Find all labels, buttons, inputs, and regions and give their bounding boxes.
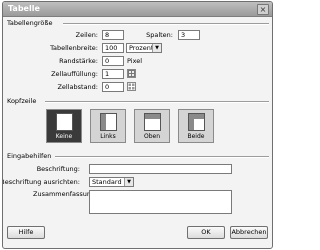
header-both-icon	[188, 113, 205, 131]
cell-spacing-icon	[127, 82, 136, 91]
cell-padding-label: Zellauffüllung:	[51, 70, 98, 78]
ok-button[interactable]: OK	[187, 226, 225, 239]
header-option-left[interactable]: Links	[90, 109, 126, 143]
help-button[interactable]: Hilfe	[7, 226, 45, 239]
section-title-table-size: Tabellengröße	[7, 19, 53, 27]
header-top-icon	[144, 113, 161, 131]
title-bar[interactable]: Tabelle ×	[3, 2, 272, 17]
chevron-down-icon: ▼	[124, 178, 133, 186]
caption-input[interactable]	[89, 164, 232, 174]
border-input[interactable]: 0	[102, 56, 124, 66]
header-option-top[interactable]: Oben	[134, 109, 170, 143]
header-option-both[interactable]: Beide	[178, 109, 214, 143]
section-divider	[63, 23, 269, 25]
caption-align-label: Beschriftung ausrichten:	[2, 178, 80, 186]
section-title-accessibility: Eingabehilfen	[7, 152, 52, 160]
header-option-label: Beide	[187, 133, 205, 140]
cell-padding-icon	[127, 69, 136, 78]
width-label: Tabellenbreite:	[50, 44, 98, 52]
chevron-down-icon: ▼	[152, 44, 161, 52]
section-divider	[45, 101, 269, 103]
section-title-header: Kopfzeile	[7, 97, 37, 105]
header-option-label: Oben	[143, 133, 161, 140]
border-label: Randstärke:	[59, 57, 98, 65]
header-option-label: Keine	[55, 133, 73, 140]
header-left-icon	[100, 113, 117, 131]
summary-textarea[interactable]	[89, 190, 232, 214]
cell-spacing-label: Zellabstand:	[57, 83, 98, 91]
cell-padding-input[interactable]: 1	[102, 69, 124, 79]
dialog-content: Tabellengröße Zeilen: 8 Spalten: 3 Tabel…	[2, 18, 272, 248]
close-button[interactable]: ×	[257, 4, 269, 15]
table-dialog: Tabelle × Tabellengröße Zeilen: 8 Spalte…	[2, 1, 273, 249]
header-option-none[interactable]: Keine	[46, 109, 82, 143]
section-divider	[55, 156, 269, 158]
window-title: Tabelle	[8, 4, 40, 13]
cell-spacing-input[interactable]: 0	[102, 82, 124, 92]
summary-label: Zusammenfassung:	[33, 190, 98, 198]
rows-input[interactable]: 8	[102, 30, 124, 40]
caption-align-select[interactable]: Standard ▼	[89, 177, 134, 187]
caption-label: Beschriftung:	[36, 165, 80, 173]
close-icon: ×	[259, 5, 267, 14]
width-unit-select[interactable]: Prozent ▼	[126, 43, 162, 53]
columns-label: Spalten:	[146, 31, 173, 39]
header-option-label: Links	[100, 133, 116, 140]
width-unit-value: Prozent	[129, 44, 154, 52]
rows-label: Zeilen:	[75, 31, 98, 39]
columns-input[interactable]: 3	[178, 30, 200, 40]
cancel-button[interactable]: Abbrechen	[230, 226, 268, 239]
border-unit: Pixel	[127, 57, 143, 65]
header-none-icon	[56, 113, 73, 131]
width-input[interactable]: 100	[102, 43, 124, 53]
caption-align-value: Standard	[92, 178, 122, 186]
